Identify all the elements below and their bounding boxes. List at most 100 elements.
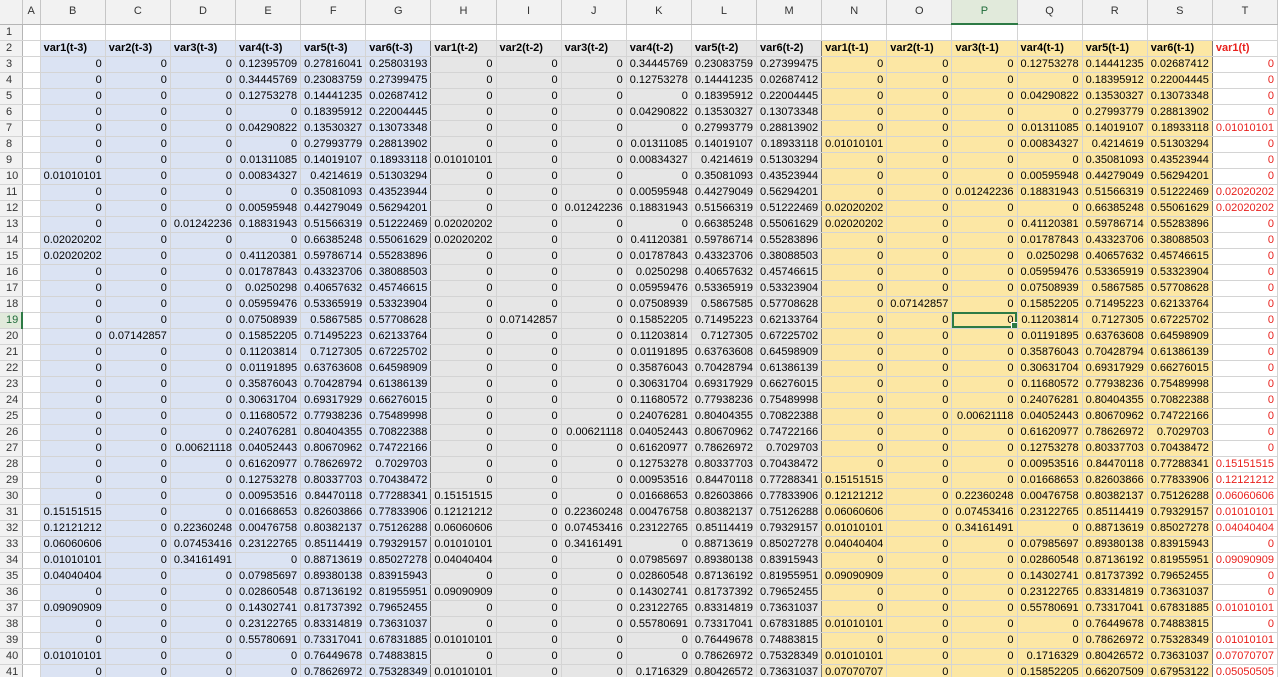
cell[interactable]: 0.45746615 xyxy=(756,264,823,281)
cell[interactable]: 0 xyxy=(1017,152,1083,169)
cell[interactable]: 0 xyxy=(40,632,106,649)
cell[interactable]: 0 xyxy=(1212,72,1278,89)
cell[interactable] xyxy=(756,24,823,41)
cell[interactable]: 0 xyxy=(235,184,302,201)
cell[interactable]: 0.70438472 xyxy=(756,456,823,473)
cell[interactable]: 0 xyxy=(40,456,106,473)
cell[interactable]: 0.41120381 xyxy=(235,248,302,265)
variable-header-cell[interactable]: var2(t-1) xyxy=(886,40,953,57)
row-header[interactable]: 10 xyxy=(0,168,23,185)
cell[interactable]: 0.13073348 xyxy=(756,104,823,121)
cell[interactable]: 0 xyxy=(105,664,171,677)
cell[interactable]: 0.15852205 xyxy=(1017,664,1083,677)
cell[interactable]: 0 xyxy=(105,472,171,489)
cell[interactable]: 0 xyxy=(170,168,237,185)
row-header[interactable]: 24 xyxy=(0,392,23,409)
cell[interactable]: 0.04052443 xyxy=(1017,408,1083,425)
cell[interactable]: 0.01010101 xyxy=(1212,600,1278,617)
cell[interactable]: 0.66207509 xyxy=(1082,664,1148,677)
cell[interactable]: 0 xyxy=(105,136,171,153)
cell[interactable]: 0 xyxy=(821,328,888,345)
cell[interactable]: 0 xyxy=(496,408,562,425)
cell[interactable]: 0 xyxy=(496,504,562,521)
cell[interactable]: 0.89380138 xyxy=(300,568,367,585)
cell[interactable]: 0 xyxy=(105,168,171,185)
cell[interactable]: 0.67225702 xyxy=(1147,312,1213,329)
cell[interactable]: 0.07070707 xyxy=(1212,648,1278,665)
cell[interactable]: 0.01010101 xyxy=(1212,632,1278,649)
cell[interactable]: 0.11680572 xyxy=(1017,376,1083,393)
row-header[interactable]: 9 xyxy=(0,152,23,169)
cell[interactable]: 0.18933118 xyxy=(1147,120,1213,137)
cell[interactable]: 0.00476758 xyxy=(235,520,302,537)
cell[interactable]: 0.70438472 xyxy=(1147,440,1213,457)
cell[interactable]: 0.44279049 xyxy=(691,184,758,201)
cell[interactable]: 0 xyxy=(1212,360,1278,377)
cell[interactable]: 0.67831885 xyxy=(1147,600,1213,617)
cell[interactable]: 0 xyxy=(821,232,888,249)
variable-header-cell[interactable]: var5(t-1) xyxy=(1082,40,1148,57)
cell[interactable]: 0 xyxy=(105,648,171,665)
cell[interactable]: 0 xyxy=(170,296,237,313)
cell[interactable]: 0 xyxy=(886,72,953,89)
cell[interactable]: 0.12753278 xyxy=(626,72,692,89)
cell[interactable]: 0.44279049 xyxy=(300,200,367,217)
cell[interactable] xyxy=(22,584,41,601)
cell[interactable]: 0 xyxy=(951,456,1018,473)
row-header[interactable]: 30 xyxy=(0,488,23,505)
cell[interactable] xyxy=(22,248,41,265)
cell[interactable]: 0.88713619 xyxy=(300,552,367,569)
row-header[interactable]: 20 xyxy=(0,328,23,345)
cell[interactable]: 0.62133764 xyxy=(1147,296,1213,313)
cell[interactable]: 0.12121212 xyxy=(40,520,106,537)
cell[interactable]: 0 xyxy=(40,472,106,489)
cell[interactable] xyxy=(22,296,41,313)
cell[interactable]: 0.02020202 xyxy=(1212,200,1278,217)
cell[interactable]: 0.0250298 xyxy=(1017,248,1083,265)
row-header[interactable]: 21 xyxy=(0,344,23,361)
cell[interactable]: 0 xyxy=(886,664,953,677)
cell[interactable]: 0.27993779 xyxy=(691,120,758,137)
cell[interactable]: 0 xyxy=(951,552,1018,569)
cell[interactable]: 0 xyxy=(496,424,562,441)
cell[interactable]: 0 xyxy=(1212,312,1278,329)
cell[interactable]: 0.77288341 xyxy=(1147,456,1213,473)
cell[interactable]: 0 xyxy=(40,104,106,121)
cell[interactable]: 0 xyxy=(430,376,497,393)
cell[interactable]: 0.55283896 xyxy=(756,232,823,249)
cell[interactable]: 0 xyxy=(235,664,302,677)
row-header[interactable]: 1 xyxy=(0,24,23,41)
cell[interactable] xyxy=(22,440,41,457)
row-header[interactable]: 13 xyxy=(0,216,23,233)
cell[interactable]: 0.77938236 xyxy=(1082,376,1148,393)
variable-header-cell[interactable]: var4(t-2) xyxy=(626,40,692,57)
cell[interactable]: 0.01787843 xyxy=(235,264,302,281)
cell[interactable]: 0 xyxy=(105,120,171,137)
cell[interactable]: 0.18933118 xyxy=(365,152,432,169)
cell[interactable]: 0.66385248 xyxy=(1082,200,1148,217)
cell[interactable]: 0 xyxy=(1212,296,1278,313)
column-header-f[interactable]: F xyxy=(300,0,367,25)
cell[interactable]: 0.63763608 xyxy=(1082,328,1148,345)
cell[interactable]: 0.66276015 xyxy=(1147,360,1213,377)
cell[interactable]: 0 xyxy=(105,232,171,249)
cell[interactable]: 0.80426572 xyxy=(1082,648,1148,665)
cell[interactable]: 0 xyxy=(105,568,171,585)
cell[interactable]: 0 xyxy=(430,104,497,121)
cell[interactable]: 0 xyxy=(40,424,106,441)
cell[interactable]: 0 xyxy=(430,344,497,361)
cell[interactable]: 0.44279049 xyxy=(1082,168,1148,185)
cell[interactable]: 0.75328349 xyxy=(1147,632,1213,649)
cell[interactable]: 0 xyxy=(561,456,627,473)
cell[interactable]: 0 xyxy=(1212,568,1278,585)
cell[interactable]: 0 xyxy=(821,104,888,121)
cell[interactable]: 0 xyxy=(170,280,237,297)
cell[interactable]: 0.18933118 xyxy=(756,136,823,153)
cell[interactable]: 0.30631704 xyxy=(626,376,692,393)
cell[interactable]: 0 xyxy=(1017,616,1083,633)
cell[interactable]: 0.89380138 xyxy=(691,552,758,569)
cell[interactable]: 0.15151515 xyxy=(430,488,497,505)
cell[interactable]: 0 xyxy=(105,200,171,217)
cell[interactable]: 0.76449678 xyxy=(1082,616,1148,633)
cell[interactable]: 0.01787843 xyxy=(626,248,692,265)
